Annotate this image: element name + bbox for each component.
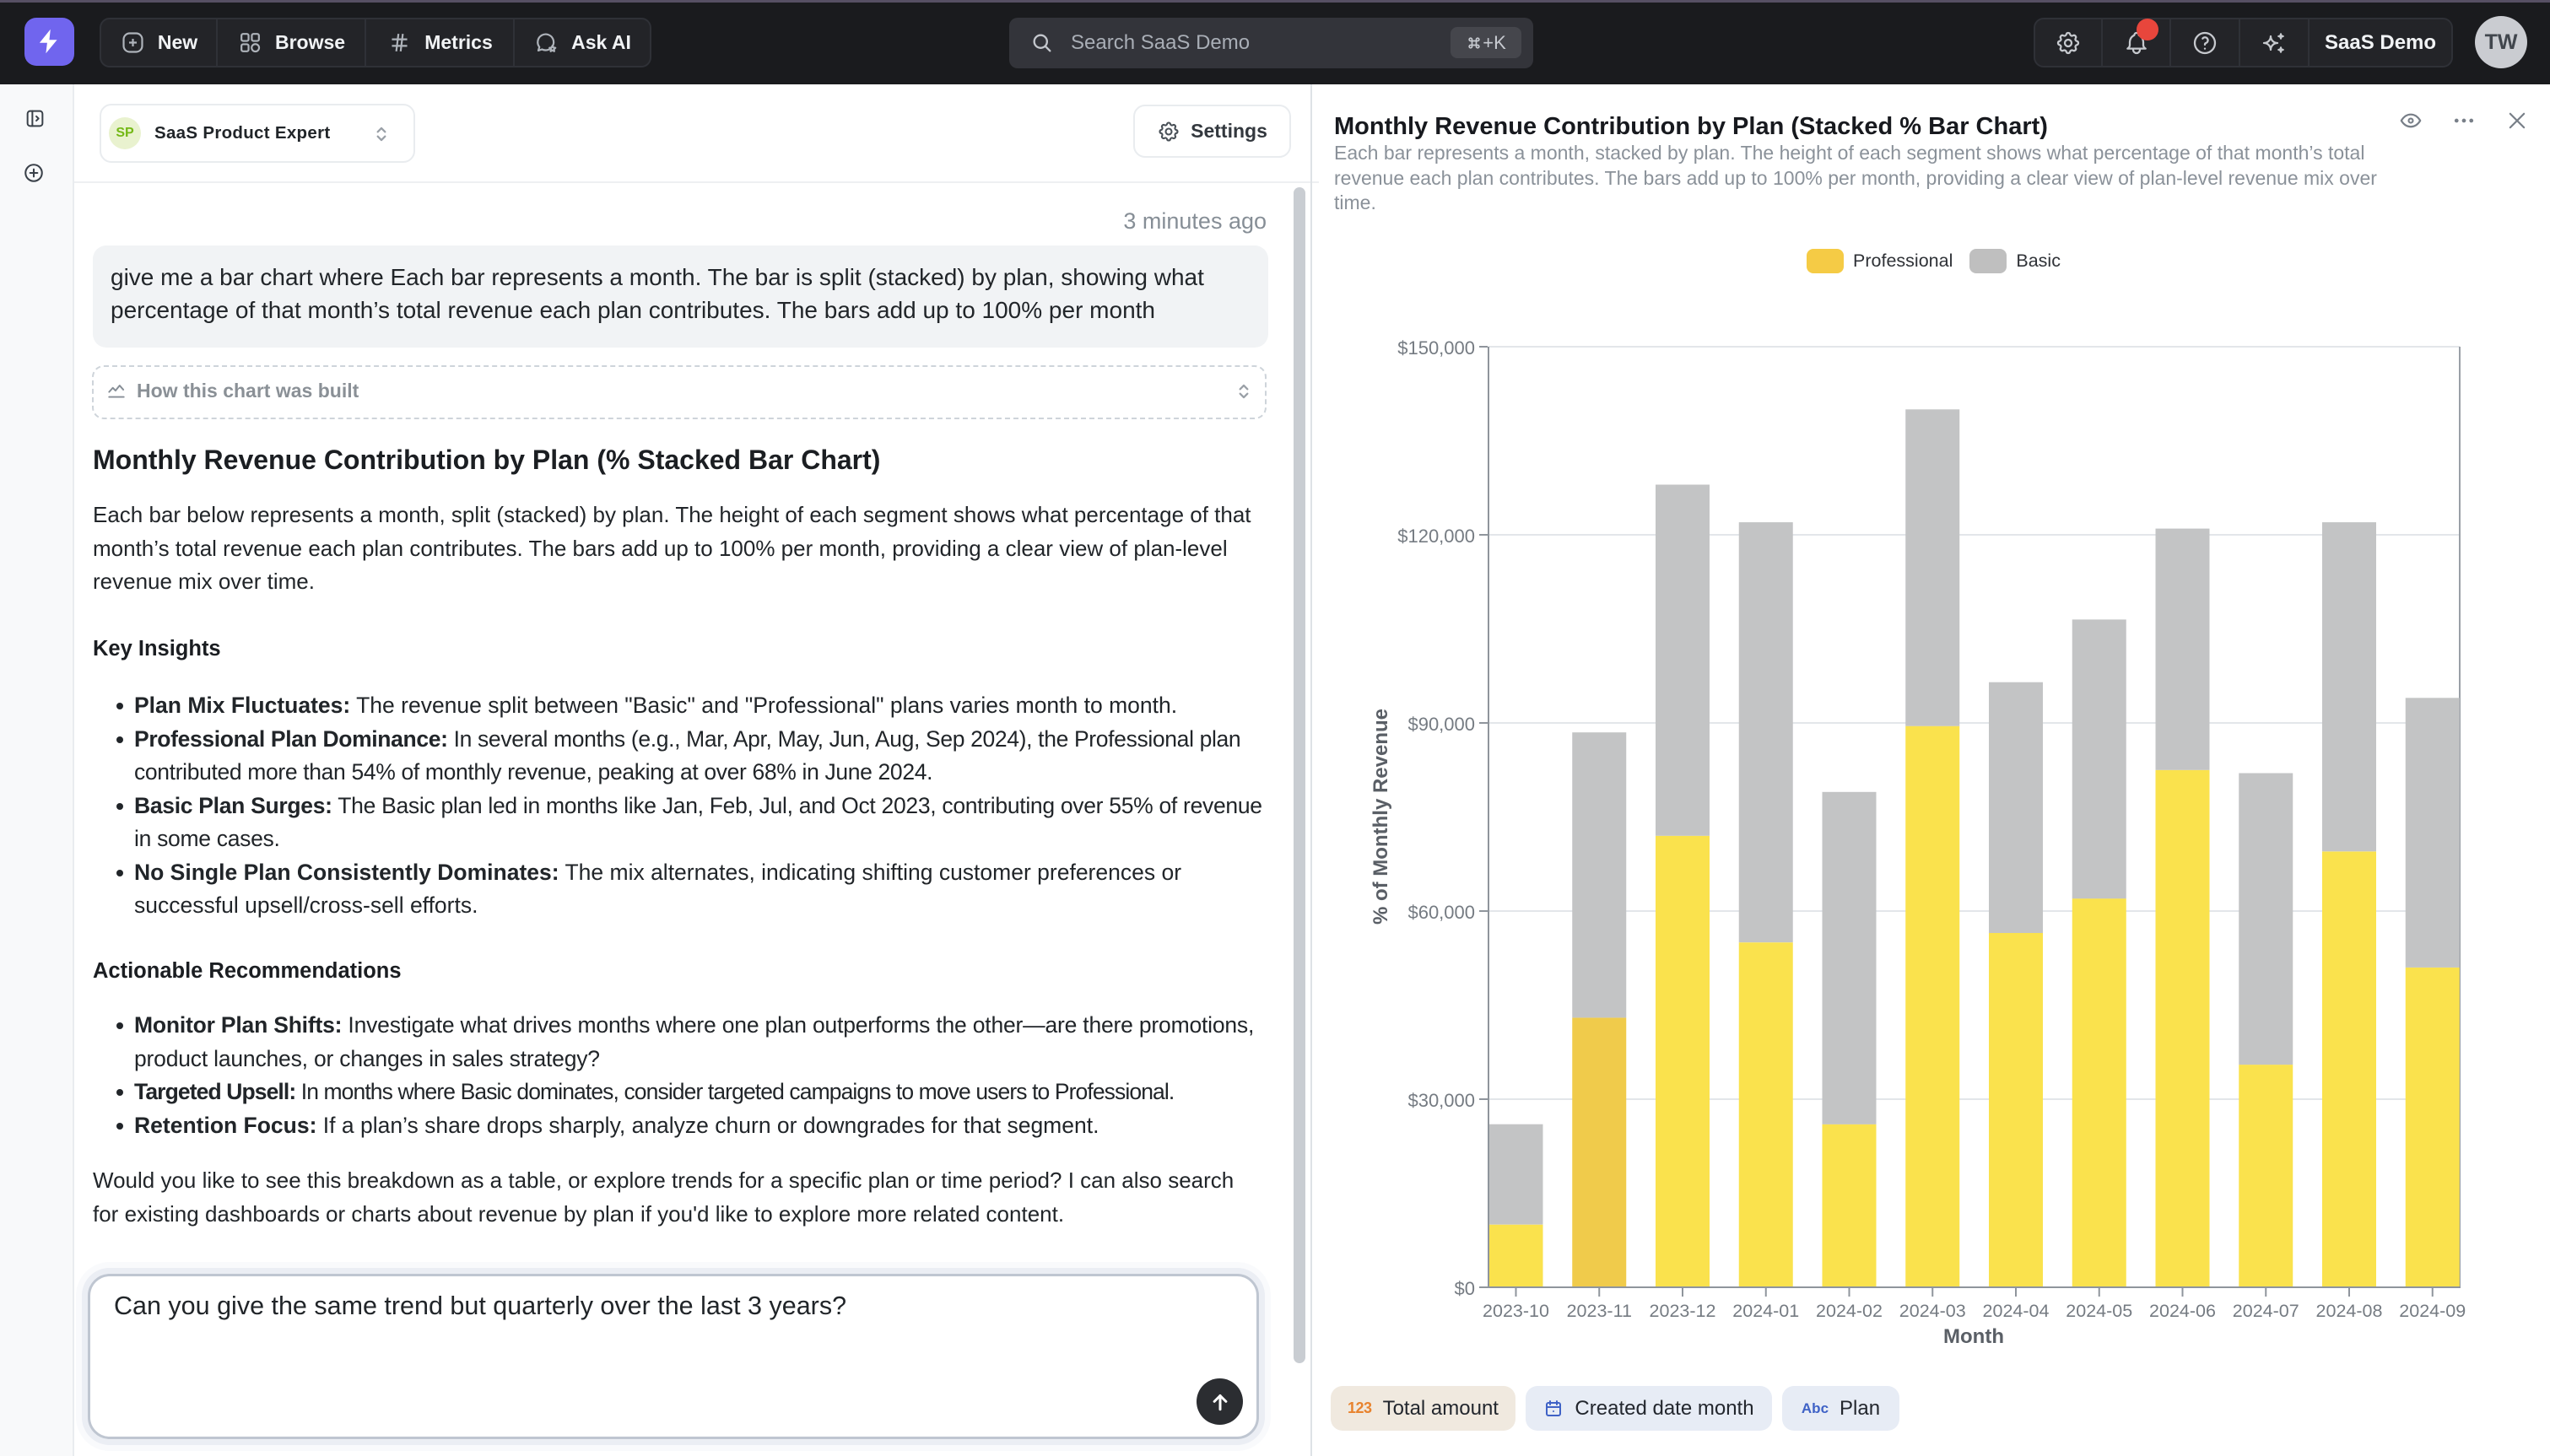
svg-text:2024-06: 2024-06 (2149, 1301, 2216, 1321)
svg-text:2024-01: 2024-01 (1732, 1301, 1799, 1321)
svg-text:2024-09: 2024-09 (2399, 1301, 2466, 1321)
svg-text:2024-04: 2024-04 (1983, 1301, 2050, 1321)
svg-text:2024-05: 2024-05 (2066, 1301, 2132, 1321)
svg-text:$150,000: $150,000 (1397, 337, 1475, 359)
svg-text:$90,000: $90,000 (1407, 714, 1475, 735)
svg-text:$120,000: $120,000 (1397, 526, 1475, 547)
svg-text:2023-12: 2023-12 (1650, 1301, 1716, 1321)
svg-text:$0: $0 (1455, 1278, 1475, 1299)
svg-text:2024-08: 2024-08 (2316, 1301, 2383, 1321)
svg-text:$30,000: $30,000 (1407, 1090, 1475, 1111)
svg-text:2023-10: 2023-10 (1483, 1301, 1549, 1321)
svg-text:2024-07: 2024-07 (2233, 1301, 2299, 1321)
svg-text:2023-11: 2023-11 (1567, 1301, 1632, 1321)
svg-text:Month: Month (1943, 1325, 2004, 1348)
svg-text:$60,000: $60,000 (1407, 902, 1475, 923)
svg-text:% of Monthly Revenue: % of Monthly Revenue (1370, 709, 1392, 925)
svg-text:2024-03: 2024-03 (1899, 1301, 1966, 1321)
svg-text:2024-02: 2024-02 (1816, 1301, 1883, 1321)
